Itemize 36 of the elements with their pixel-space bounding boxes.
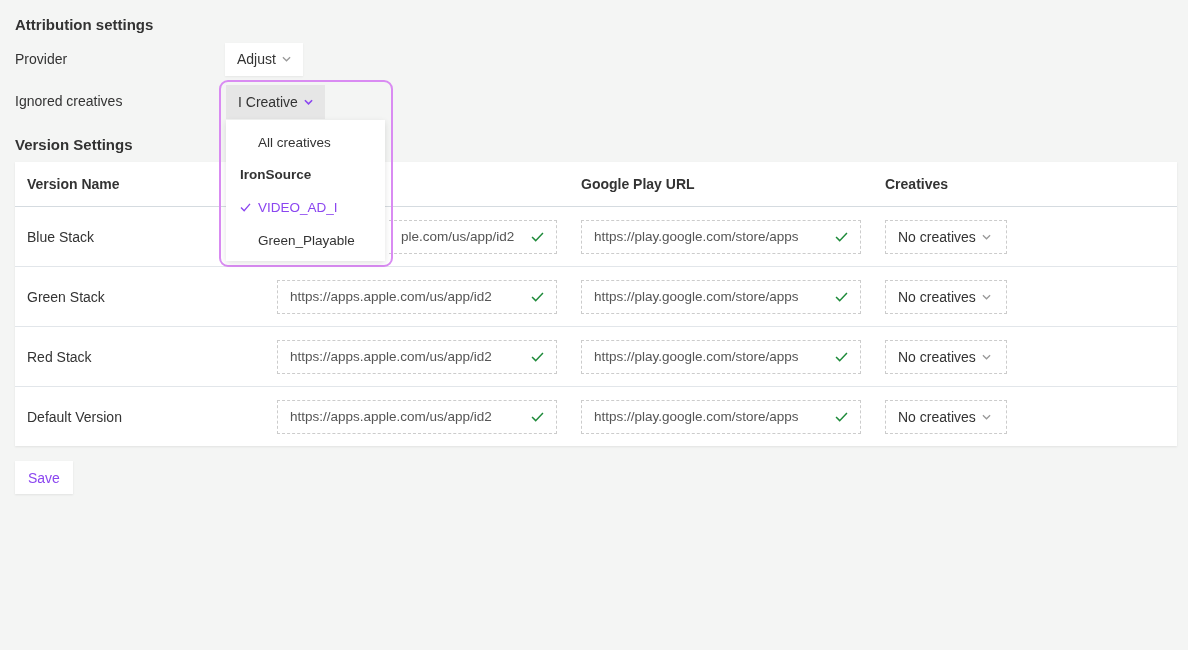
creatives-select[interactable]: I Creative bbox=[226, 85, 325, 119]
option-group-label: IronSource bbox=[239, 166, 313, 184]
save-button[interactable]: Save bbox=[15, 461, 73, 494]
creatives-dropdown[interactable]: No creatives bbox=[885, 339, 1007, 374]
table-cell-text: Default Version bbox=[26, 408, 123, 425]
field-label: Provider bbox=[15, 51, 69, 67]
section-title: Version Settings bbox=[15, 136, 133, 154]
caret-icon bbox=[981, 233, 991, 240]
url-field[interactable]: https://play.google.com/store/apps bbox=[581, 219, 861, 254]
url-field[interactable]: https://play.google.com/store/apps bbox=[581, 339, 861, 374]
dropdown-option[interactable]: Green_Playable bbox=[226, 224, 385, 257]
table-cell-text: Green Stack bbox=[26, 288, 106, 305]
column-header: Google Play URL bbox=[581, 176, 696, 192]
column-header: Creatives bbox=[885, 176, 950, 192]
creatives-dropdown[interactable]: No creatives bbox=[885, 399, 1007, 434]
caret-icon bbox=[981, 353, 991, 360]
provider-select[interactable]: Adjust bbox=[225, 42, 303, 76]
url-field[interactable]: ple.com/us/app/id2 bbox=[389, 219, 557, 254]
section-title: Attribution settings bbox=[15, 16, 154, 34]
table-cell-text: Red Stack bbox=[26, 348, 93, 365]
caret-icon bbox=[981, 413, 991, 420]
url-field[interactable]: https://apps.apple.com/us/app/id2 bbox=[277, 279, 557, 314]
url-field[interactable]: https://apps.apple.com/us/app/id2 bbox=[277, 399, 557, 434]
dropdown-option[interactable]: All creatives bbox=[226, 126, 385, 159]
caret-icon bbox=[981, 293, 991, 300]
url-field[interactable]: https://apps.apple.com/us/app/id2 bbox=[277, 339, 557, 374]
caret-icon bbox=[281, 56, 291, 62]
url-field[interactable]: https://play.google.com/store/apps bbox=[581, 279, 861, 314]
creatives-dropdown[interactable]: No creatives bbox=[885, 279, 1007, 314]
dropdown-option[interactable]: VIDEO_AD_I bbox=[226, 191, 385, 224]
column-header: Version Name bbox=[26, 176, 121, 192]
check-icon bbox=[240, 203, 251, 212]
field-label: Ignored creatives bbox=[15, 93, 124, 109]
url-field[interactable]: https://play.google.com/store/apps bbox=[581, 399, 861, 434]
caret-icon bbox=[303, 99, 313, 105]
creatives-dropdown[interactable]: No creatives bbox=[885, 219, 1007, 254]
